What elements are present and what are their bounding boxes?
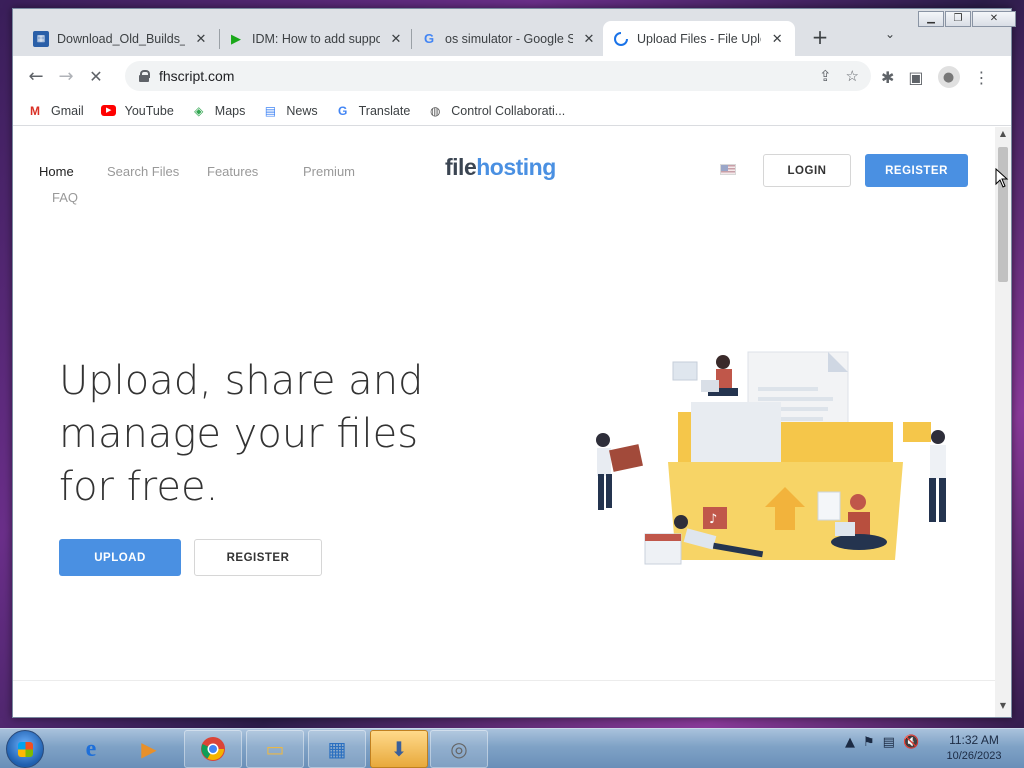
explorer-icon[interactable]: ▭ bbox=[246, 730, 304, 768]
share-icon[interactable]: ⇪ bbox=[819, 67, 832, 85]
network-icon[interactable]: ▤ bbox=[883, 735, 895, 750]
tab-title: IDM: How to add suppo bbox=[252, 31, 380, 46]
bookmark-gmail[interactable]: M Gmail bbox=[27, 103, 84, 119]
news-icon: ▤ bbox=[264, 103, 277, 118]
minimize-button[interactable]: ▁ bbox=[918, 11, 944, 27]
address-bar[interactable]: fhscript.com ⇪ ☆ bbox=[125, 61, 871, 91]
bookmark-label: News bbox=[286, 103, 318, 118]
nav-features[interactable]: Features bbox=[207, 164, 258, 179]
taskbar: e ▶ ▭ ▦ ⬇ ◎ ▲ ⚑ ▤ 🔇 11:32 AM 10/26/2023 bbox=[0, 728, 1024, 768]
installer-icon[interactable]: ⬇ bbox=[370, 730, 428, 768]
close-icon[interactable]: ✕ bbox=[581, 31, 597, 47]
back-button[interactable]: ← bbox=[21, 66, 51, 87]
tab-title: os simulator - Google Se bbox=[445, 31, 573, 46]
nav-faq[interactable]: FAQ bbox=[52, 190, 78, 205]
stop-loading-button[interactable]: ✕ bbox=[81, 67, 111, 86]
close-icon[interactable]: ✕ bbox=[193, 31, 209, 47]
clock-time: 11:32 AM bbox=[949, 733, 999, 747]
system-clock[interactable]: 11:32 AM 10/26/2023 bbox=[930, 733, 1018, 762]
bookmark-translate[interactable]: G Translate bbox=[335, 103, 411, 119]
bookmark-label: Translate bbox=[358, 103, 411, 118]
tab-google-search[interactable]: G os simulator - Google Se ✕ bbox=[411, 21, 607, 56]
browser-toolbar: ← → ✕ fhscript.com ⇪ ☆ ✱ ▣ ● ⋮ bbox=[13, 56, 1011, 96]
profile-avatar[interactable]: ● bbox=[937, 66, 960, 88]
forward-button[interactable]: → bbox=[51, 66, 81, 87]
close-icon[interactable]: ✕ bbox=[769, 31, 785, 47]
bookmark-news[interactable]: ▤ News bbox=[262, 103, 318, 119]
hero-register-button[interactable]: REGISTER bbox=[194, 539, 322, 576]
page-viewport: Home Search Files Features Premium FAQ f… bbox=[13, 127, 995, 717]
bookmark-control-collaboration[interactable]: ◍ Control Collaborati... bbox=[427, 103, 565, 119]
bookmark-label: Gmail bbox=[51, 103, 84, 118]
chrome-icon[interactable] bbox=[184, 730, 242, 768]
close-window-button[interactable]: ✕ bbox=[972, 11, 1016, 27]
nav-search-files[interactable]: Search Files bbox=[107, 164, 179, 179]
site-logo[interactable]: filehosting bbox=[445, 154, 556, 181]
scroll-up-arrow-icon[interactable]: ▲ bbox=[995, 129, 1011, 143]
system-tray: ▲ ⚑ ▤ 🔇 bbox=[845, 735, 919, 750]
upload-button[interactable]: UPLOAD bbox=[59, 539, 181, 576]
side-panel-icon[interactable]: ▣ bbox=[908, 68, 923, 87]
show-hidden-icons-icon[interactable]: ▲ bbox=[845, 735, 855, 750]
logo-part-file: file bbox=[445, 154, 477, 180]
translate-icon: G bbox=[337, 103, 348, 118]
window-controls: ▁ ❐ ✕ bbox=[917, 11, 1016, 27]
control-collab-icon: ◍ bbox=[430, 103, 441, 118]
tab-search-button[interactable]: ⌄ bbox=[885, 27, 895, 41]
svg-text:♪: ♪ bbox=[709, 512, 717, 527]
browser-window: ▦ Download_Old_Builds_6 ✕ ▶ IDM: How to … bbox=[12, 8, 1016, 718]
bookmark-label: Maps bbox=[214, 103, 246, 118]
us-flag-icon[interactable] bbox=[720, 164, 736, 175]
menu-kebab-icon[interactable]: ⋮ bbox=[974, 68, 990, 87]
google-icon: G bbox=[423, 31, 435, 46]
control-panel-icon[interactable]: ▦ bbox=[308, 730, 366, 768]
new-tab-button[interactable]: + bbox=[808, 25, 832, 49]
dvd-icon[interactable]: ◎ bbox=[430, 730, 488, 768]
youtube-icon: ▶ bbox=[101, 103, 117, 119]
nav-home[interactable]: Home bbox=[39, 164, 74, 179]
ie-icon[interactable]: e bbox=[62, 730, 120, 768]
idm-play-icon: ▶ bbox=[231, 30, 241, 46]
media-player-icon[interactable]: ▶ bbox=[120, 730, 178, 768]
close-icon[interactable]: ✕ bbox=[388, 31, 404, 47]
hero-title: Upload, share and manage your files for … bbox=[59, 358, 424, 510]
start-button[interactable] bbox=[6, 730, 44, 768]
hero-illustration: ♪ bbox=[596, 351, 946, 565]
extensions-icon[interactable]: ✱ bbox=[881, 68, 894, 87]
tab-title: Download_Old_Builds_6 bbox=[57, 31, 185, 46]
windows-doc-icon: ▦ bbox=[33, 30, 49, 47]
lock-icon[interactable] bbox=[139, 70, 150, 82]
bookmark-maps[interactable]: ◈ Maps bbox=[191, 103, 246, 119]
tab-title: Upload Files - File Uploa bbox=[637, 31, 762, 46]
tab-upload-files[interactable]: Upload Files - File Uploa ✕ bbox=[603, 21, 795, 56]
vertical-scrollbar[interactable]: ▲ ▼ bbox=[995, 127, 1011, 717]
action-center-flag-icon[interactable]: ⚑ bbox=[863, 735, 875, 750]
url-text[interactable]: fhscript.com bbox=[159, 68, 234, 84]
gmail-icon: M bbox=[30, 103, 40, 118]
tab-strip: ▦ Download_Old_Builds_6 ✕ ▶ IDM: How to … bbox=[13, 9, 1016, 56]
maximize-button[interactable]: ❐ bbox=[945, 11, 971, 27]
volume-muted-icon[interactable]: 🔇 bbox=[903, 735, 919, 750]
nav-premium[interactable]: Premium bbox=[303, 164, 355, 179]
bookmarks-bar: M Gmail ▶ YouTube ◈ Maps ▤ News G Transl… bbox=[13, 96, 1011, 126]
clock-date: 10/26/2023 bbox=[946, 750, 1002, 762]
bookmark-star-icon[interactable]: ☆ bbox=[846, 67, 859, 85]
tab-download-old-builds[interactable]: ▦ Download_Old_Builds_6 ✕ bbox=[23, 21, 219, 56]
login-button[interactable]: LOGIN bbox=[763, 154, 851, 187]
bookmark-youtube[interactable]: ▶ YouTube bbox=[101, 103, 174, 119]
bookmark-label: YouTube bbox=[124, 103, 174, 118]
section-divider bbox=[13, 680, 995, 681]
logo-part-hosting: hosting bbox=[476, 154, 556, 180]
scroll-down-arrow-icon[interactable]: ▼ bbox=[995, 701, 1011, 715]
mouse-cursor-icon bbox=[995, 168, 1009, 188]
loading-spinner-icon bbox=[613, 31, 629, 47]
bookmark-label: Control Collaborati... bbox=[451, 103, 566, 118]
register-button[interactable]: REGISTER bbox=[865, 154, 968, 187]
maps-icon: ◈ bbox=[194, 103, 204, 118]
tab-idm[interactable]: ▶ IDM: How to add suppo ✕ bbox=[218, 21, 414, 56]
